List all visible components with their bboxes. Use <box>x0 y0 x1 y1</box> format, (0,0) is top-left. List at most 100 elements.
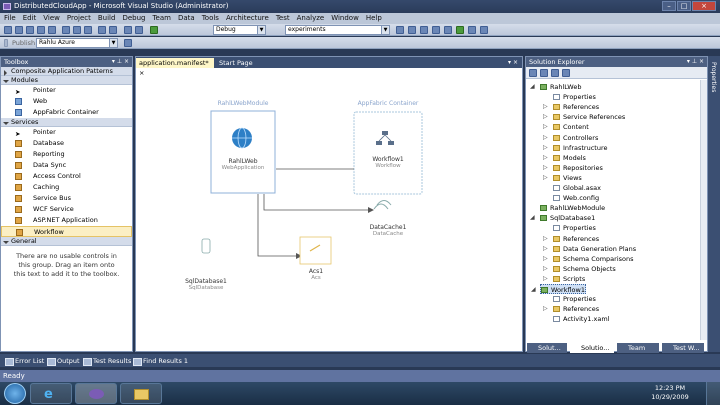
refresh-icon[interactable] <box>551 69 559 77</box>
toolbox-item-web[interactable]: Web <box>1 96 132 107</box>
expand-arrow-icon[interactable]: ▷ <box>543 244 548 254</box>
section-modules[interactable]: Modules <box>1 76 132 85</box>
visual-studio-taskbar-button[interactable] <box>75 383 117 404</box>
expand-arrow-icon[interactable]: ▷ <box>543 112 548 122</box>
menu-view[interactable]: View <box>43 14 60 22</box>
solution-tree-item[interactable]: RahlLWebModule <box>540 203 605 213</box>
add-item-icon[interactable] <box>15 26 23 34</box>
solution-tree-item[interactable]: Global.asax <box>553 183 601 193</box>
menu-help[interactable]: Help <box>366 14 382 22</box>
menu-data[interactable]: Data <box>178 14 195 22</box>
expand-arrow-icon[interactable]: ▷ <box>543 234 548 244</box>
expand-arrow-icon[interactable]: ▷ <box>543 173 548 183</box>
toolbox-item-service-bus[interactable]: Service Bus <box>1 193 132 204</box>
node-web[interactable]: RahlLWeb WebApplication <box>211 158 275 171</box>
toolbox-item-wcf-service[interactable]: WCF Service <box>1 204 132 215</box>
solution-tree-item[interactable]: ▷ Infrastructure <box>543 143 607 153</box>
menu-test[interactable]: Test <box>276 14 290 22</box>
solution-tree-item[interactable]: Properties <box>553 294 596 304</box>
solution-tree-item[interactable]: ▷ Scripts <box>543 274 585 284</box>
redo-icon[interactable] <box>109 26 117 34</box>
toolbox-item-workflow[interactable]: Workflow <box>1 226 132 237</box>
save-all-icon[interactable] <box>48 26 56 34</box>
solution-tree-item[interactable]: ▷ Schema Comparisons <box>543 254 634 264</box>
expand-arrow-icon[interactable]: ◢ <box>531 285 536 295</box>
properties-icon[interactable] <box>420 26 428 34</box>
menu-build[interactable]: Build <box>98 14 116 22</box>
tab-output[interactable]: Output <box>46 356 80 366</box>
expand-arrow-icon[interactable]: ◢ <box>530 213 535 223</box>
solution-tree-item[interactable]: ▷ Content <box>543 122 589 132</box>
solution-tree-item[interactable]: ▷ Controllers <box>543 133 598 143</box>
toolbox-item-pointer-2[interactable]: ➤ Pointer <box>1 127 132 138</box>
toolbox-item-appfabric-container[interactable]: AppFabric Container <box>1 107 132 118</box>
start-button[interactable] <box>4 383 26 404</box>
expand-arrow-icon[interactable]: ▷ <box>543 153 548 163</box>
menu-project[interactable]: Project <box>67 14 91 22</box>
expand-arrow-icon[interactable]: ▷ <box>543 163 548 173</box>
solution-tree-item[interactable]: ◢ RahlLWeb <box>530 82 581 92</box>
configuration-combo[interactable]: Debug ▼ <box>213 25 266 35</box>
start-debugging-icon[interactable] <box>150 26 158 34</box>
solution-tree-item[interactable]: ▷ Models <box>543 153 586 163</box>
solution-tree-item[interactable]: ▷ Data Generation Plans <box>543 244 636 254</box>
toolbox-item-pointer[interactable]: ➤ Pointer <box>1 85 132 96</box>
save-icon[interactable] <box>37 26 45 34</box>
expand-arrow-icon[interactable]: ▷ <box>543 133 548 143</box>
expand-arrow-icon[interactable]: ▷ <box>543 143 548 153</box>
toolbar-options-icon[interactable] <box>480 26 488 34</box>
publish-label[interactable]: Publish <box>12 38 35 48</box>
toolbox-item-asp-net[interactable]: ASP.NET Application <box>1 215 132 226</box>
open-icon[interactable] <box>26 26 34 34</box>
start-page-icon[interactable] <box>456 26 464 34</box>
solution-tree-item[interactable]: Activity1.xaml <box>553 314 609 324</box>
menu-debug[interactable]: Debug <box>122 14 145 22</box>
toolbox-item-database[interactable]: Database <box>1 138 132 149</box>
extension-manager-icon[interactable] <box>468 26 476 34</box>
tab-error-list[interactable]: Error List <box>4 356 44 366</box>
properties-tab[interactable]: Properties <box>710 62 717 92</box>
navigate-back-icon[interactable] <box>124 26 132 34</box>
tab-find-results[interactable]: Find Results 1 <box>132 356 188 366</box>
menu-architecture[interactable]: Architecture <box>226 14 269 22</box>
maximize-button[interactable]: □ <box>677 1 691 11</box>
solution-explorer-icon[interactable] <box>408 26 416 34</box>
solution-tree-item[interactable]: Properties <box>553 92 596 102</box>
solution-tree-item[interactable]: ▷ Views <box>543 173 582 183</box>
expand-arrow-icon[interactable]: ▷ <box>543 274 548 284</box>
paste-icon[interactable] <box>84 26 92 34</box>
close-icon[interactable]: ▾ × <box>508 57 518 68</box>
section-composite-patterns[interactable]: Composite Application Patterns <box>1 67 132 76</box>
solution-tree-item[interactable]: ◢ Workflow1 <box>531 284 586 294</box>
view-code-icon[interactable] <box>562 69 570 77</box>
node-data-cache[interactable]: DataCache1 DataCache <box>356 224 420 237</box>
publish-options-icon[interactable] <box>124 39 132 47</box>
tab-solution-2[interactable]: Solutio... <box>570 343 614 353</box>
menu-edit[interactable]: Edit <box>23 14 37 22</box>
internet-explorer-taskbar-button[interactable]: e <box>30 383 72 404</box>
menu-analyze[interactable]: Analyze <box>297 14 325 22</box>
menu-team[interactable]: Team <box>152 14 171 22</box>
solution-tree-item[interactable]: ▷ References <box>543 102 599 112</box>
undo-icon[interactable] <box>98 26 106 34</box>
expand-arrow-icon[interactable]: ▷ <box>543 254 548 264</box>
tab-application-manifest[interactable]: application.manifest* × <box>136 58 214 77</box>
close-button[interactable]: × <box>692 1 716 11</box>
node-acs[interactable]: Acs1 Acs <box>295 268 337 281</box>
expand-arrow-icon[interactable]: ◢ <box>530 82 535 92</box>
solution-tree-item[interactable]: ▷ Service References <box>543 112 625 122</box>
section-services[interactable]: Services <box>1 118 132 127</box>
platform-combo[interactable]: experiments ▼ <box>285 25 390 35</box>
pin-icon[interactable]: ▾ ⊥ × <box>112 57 129 67</box>
toolbox-icon[interactable] <box>444 26 452 34</box>
object-browser-icon[interactable] <box>432 26 440 34</box>
tab-test-window[interactable]: Test W... <box>662 343 704 353</box>
tab-test-results[interactable]: Test Results <box>82 356 131 366</box>
properties-icon[interactable] <box>529 69 537 77</box>
toolbox-item-caching[interactable]: Caching <box>1 182 132 193</box>
clock[interactable]: 12:23 PM 10/29/2009 <box>640 384 700 402</box>
pin-icon[interactable]: ▾ ⊥ × <box>687 57 704 67</box>
solution-tree-item[interactable]: ▷ References <box>543 234 599 244</box>
node-sql-database[interactable]: SqlDatabase1 SqlDatabase <box>176 278 236 291</box>
publish-target-combo[interactable]: Rahlu Azure ▼ <box>36 38 118 48</box>
